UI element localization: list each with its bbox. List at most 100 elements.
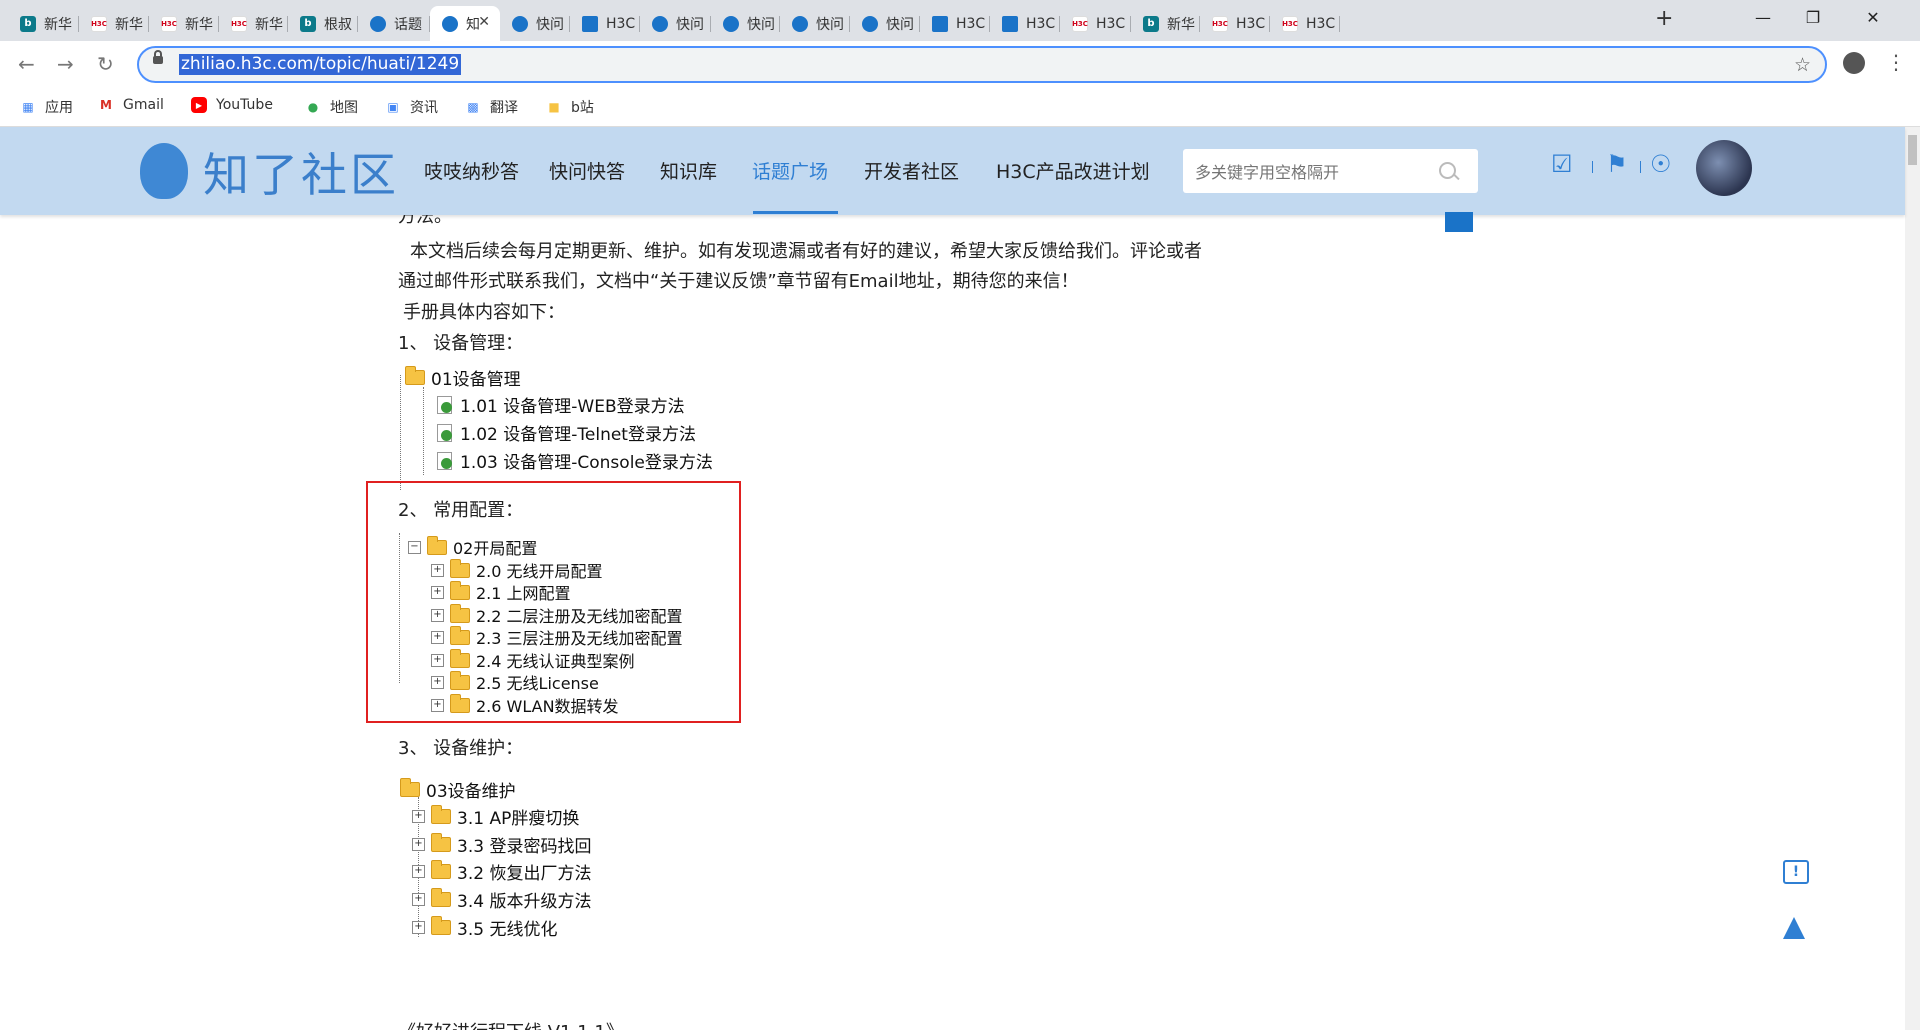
url-text[interactable]: zhiliao.h3c.com/topic/huati/1249	[179, 54, 462, 75]
tab-title: H3C	[1236, 15, 1266, 32]
article-text: 手册具体内容如下：	[403, 302, 565, 323]
nav-item-1[interactable]: 快问快答	[549, 157, 625, 184]
tab-title: 新华	[185, 16, 213, 33]
zl-favicon-icon	[442, 15, 458, 32]
tree1-item: 1.03 设备管理-Console登录方法	[436, 448, 713, 473]
tree1-item: 1.02 设备管理-Telnet登录方法	[436, 420, 696, 445]
tab-close-icon[interactable]: ✕	[478, 14, 490, 30]
folder-icon	[431, 833, 451, 852]
tab-title: 新华	[255, 16, 283, 33]
browser-tab[interactable]: H3C	[920, 6, 990, 41]
browser-tab[interactable]: 快问	[780, 6, 850, 41]
search-input[interactable]	[1193, 149, 1437, 195]
expand-icon[interactable]: +	[412, 893, 425, 906]
nav-item-4[interactable]: 开发者社区	[864, 157, 959, 184]
folder-icon	[431, 888, 451, 907]
search-icon[interactable]	[1439, 162, 1456, 179]
cart-icon[interactable]: ☉	[1650, 150, 1672, 178]
browser-tab[interactable]: H3C H3C	[1200, 6, 1270, 41]
browser-tab[interactable]: H3C	[990, 6, 1060, 41]
tree-line	[400, 375, 401, 490]
browser-tab[interactable]: H3C	[570, 6, 640, 41]
minimize-icon[interactable]: —	[1740, 0, 1786, 34]
browser-tab[interactable]: H3C H3C	[1270, 6, 1340, 41]
browser-tab[interactable]: H3C 新华	[219, 6, 288, 41]
back-to-top-icon[interactable]	[1783, 917, 1805, 939]
document-icon	[436, 423, 454, 442]
bookmark-maps[interactable]: ● 地图	[305, 97, 358, 117]
browser-tab[interactable]: H3C 新华	[149, 6, 219, 41]
browser-tab[interactable]: b 新华	[8, 6, 79, 41]
tab-title: 新华	[44, 16, 72, 33]
expand-icon[interactable]: +	[412, 838, 425, 851]
tab-title: 新华	[115, 16, 143, 33]
scrollbar-thumb[interactable]	[1908, 135, 1917, 165]
document-icon	[436, 451, 454, 470]
tab-title: 快问	[747, 16, 775, 33]
bookmark-youtube[interactable]: ▶ YouTube	[191, 97, 273, 113]
site-search	[1183, 149, 1478, 195]
tab-title: H3C	[956, 15, 986, 32]
browser-tab[interactable]: 快问	[640, 6, 711, 41]
expand-icon[interactable]: +	[412, 921, 425, 934]
scrollbar[interactable]	[1905, 127, 1920, 1030]
article-body: 方法。 本文档后续会每月定期更新、维护。如有发现遗漏或者有好的建议，希望大家反馈…	[0, 215, 1905, 1030]
back-icon[interactable]: ←	[18, 52, 35, 76]
folder-icon	[405, 366, 425, 385]
feedback-icon[interactable]: !	[1783, 860, 1809, 884]
bing-favicon-icon: b	[20, 15, 36, 32]
forward-icon[interactable]: →	[57, 52, 74, 76]
tree3-item: +3.1 AP胖瘦切换	[412, 804, 579, 829]
browser-tab[interactable]: 快问	[500, 6, 570, 41]
nav-item-topics[interactable]: 话题广场	[752, 157, 828, 184]
tree-line	[423, 387, 424, 475]
bookmark-translate[interactable]: ▩ 翻译	[465, 97, 518, 117]
zl-favicon-icon	[370, 15, 386, 32]
folder-icon	[400, 778, 420, 797]
expand-icon[interactable]: +	[412, 865, 425, 878]
article-text: 通过邮件形式联系我们，文档中“关于建议反馈”章节留有Email地址，期待您的来信…	[398, 271, 1079, 292]
bookmark-news[interactable]: ▣ 资讯	[385, 97, 438, 117]
browser-tab[interactable]: 快问	[711, 6, 780, 41]
lock-icon	[153, 50, 163, 64]
close-window-icon[interactable]: ✕	[1850, 0, 1896, 34]
avatar[interactable]	[1696, 140, 1752, 196]
site-logo-text[interactable]: 知了社区	[203, 139, 399, 205]
bookmark-gmail[interactable]: M Gmail	[98, 97, 164, 113]
h3c-favicon-icon: H3C	[161, 15, 177, 32]
browser-tab[interactable]: 话题	[358, 6, 430, 41]
logo-icon[interactable]	[140, 143, 188, 199]
folder-icon	[431, 860, 451, 879]
browser-tab[interactable]: b 新华	[1131, 6, 1200, 41]
share-icon[interactable]	[1445, 212, 1473, 232]
bookmark-apps[interactable]: ▦ 应用	[20, 97, 73, 117]
apps-icon: ▦	[22, 100, 34, 114]
zl-favicon-icon	[652, 15, 668, 32]
browser-tab[interactable]: 知 ✕	[430, 6, 500, 41]
expand-icon[interactable]: +	[412, 810, 425, 823]
profile-icon[interactable]	[1843, 52, 1865, 74]
address-bar[interactable]: zhiliao.h3c.com/topic/huati/1249 ☆	[137, 46, 1827, 83]
active-nav-underline	[753, 211, 838, 214]
nav-item-0[interactable]: 吱吱纳秒答	[424, 157, 519, 184]
tab-title: H3C	[606, 15, 636, 32]
restore-icon[interactable]: ❐	[1790, 0, 1836, 34]
bell-icon[interactable]: ⚑	[1606, 150, 1628, 178]
nav-item-5[interactable]: H3C产品改进计划	[996, 157, 1150, 184]
calendar-icon[interactable]: ☑	[1551, 150, 1573, 178]
reload-icon[interactable]: ↻	[97, 52, 114, 76]
browser-tab[interactable]: H3C H3C	[1060, 6, 1131, 41]
bookmark-folder-b[interactable]: ■ b站	[546, 97, 594, 117]
folder-icon: ■	[548, 100, 560, 114]
nav-item-2[interactable]: 知识库	[660, 157, 717, 184]
browser-menu-icon[interactable]: ⋮	[1886, 50, 1906, 74]
tree1-item: 1.01 设备管理-WEB登录方法	[436, 392, 685, 417]
maps-icon: ●	[307, 100, 319, 114]
header-separator	[1592, 161, 1593, 173]
browser-tab[interactable]: b 根叔	[288, 6, 358, 41]
section-heading-3: 3、 设备维护：	[398, 738, 524, 759]
browser-tab[interactable]: 快问	[850, 6, 920, 41]
new-tab-button[interactable]: +	[1655, 6, 1673, 31]
browser-tab[interactable]: H3C 新华	[79, 6, 149, 41]
bookmark-star-icon[interactable]: ☆	[1794, 54, 1811, 76]
